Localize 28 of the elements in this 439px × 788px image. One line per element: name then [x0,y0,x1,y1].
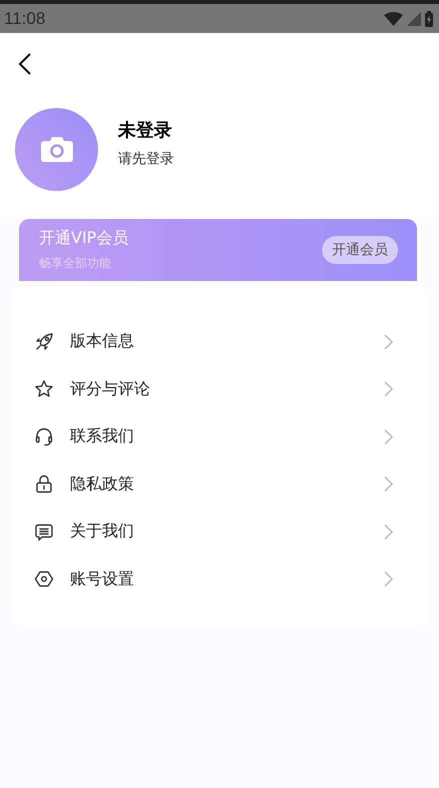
status-time: 11:08 [4,8,46,28]
menu-item[interactable]: 版本信息 [70,331,384,352]
message-icon [34,522,54,542]
battery-icon [425,10,433,26]
menu-item[interactable]: 评分与评论 [70,378,384,400]
lock-icon [34,474,54,494]
menu-item[interactable]: 联系我们 [70,426,384,448]
chevron-icon [384,428,393,445]
rocket-icon [34,332,54,352]
vip-title: 开通VIP会员 [39,228,128,249]
settings-icon [34,569,54,590]
wifi-icon [384,12,403,26]
signal-icon [407,12,421,26]
chevron-icon [384,381,393,398]
menu-item[interactable]: 账号设置 [70,568,384,590]
user-name: 未登录 [118,119,173,142]
star-icon [34,379,54,400]
menu-item[interactable]: 关于我们 [70,521,384,542]
vip-button[interactable]: 开通会员 [322,236,398,264]
camera-icon [40,136,72,162]
login-hint: 请先登录 [118,150,174,168]
vip-subtitle: 畅享全部功能 [39,255,112,272]
menu-item[interactable]: 隐私政策 [70,474,384,495]
chevron-icon [384,571,393,588]
headset-icon [34,426,54,447]
chevron-icon [384,476,393,492]
chevron-icon [384,334,393,350]
chevron-icon [384,524,393,540]
